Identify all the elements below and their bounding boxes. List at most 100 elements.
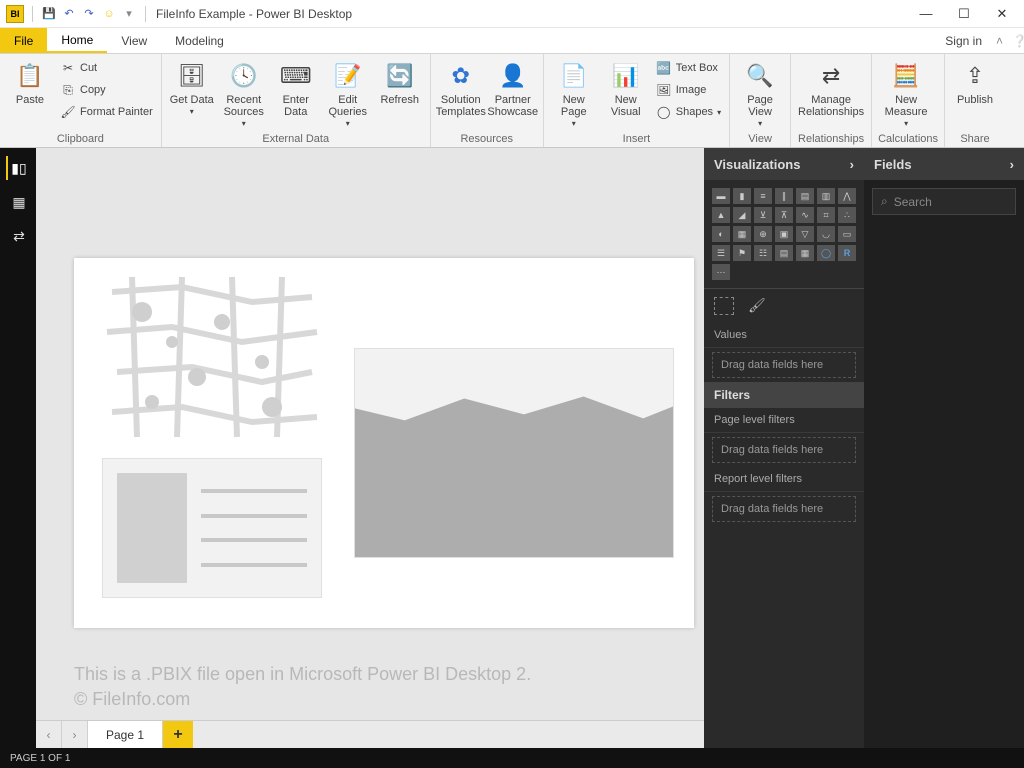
viz-more-icon[interactable]: ⋯	[712, 264, 730, 280]
viz-100-column-icon[interactable]: ▥	[817, 188, 835, 204]
viz-matrix-icon[interactable]: ▦	[796, 245, 814, 261]
viz-scatter-icon[interactable]: ∴	[838, 207, 856, 223]
viz-clustered-bar-icon[interactable]: ≡	[754, 188, 772, 204]
map-visual-placeholder[interactable]	[102, 272, 322, 442]
manage-relationships-button[interactable]: ⇄Manage Relationships	[797, 58, 865, 118]
tab-modeling[interactable]: Modeling	[161, 28, 238, 53]
window-title: FileInfo Example - Power BI Desktop	[150, 7, 916, 21]
page-next-icon[interactable]: ›	[62, 721, 88, 748]
page-filters-dropzone[interactable]: Drag data fields here	[712, 437, 856, 463]
refresh-button[interactable]: 🔄Refresh	[376, 58, 424, 106]
card-visual-placeholder[interactable]	[102, 458, 322, 598]
visualizations-header[interactable]: Visualizations ›	[704, 148, 864, 180]
maximize-icon[interactable]: ☐	[954, 6, 974, 22]
help-icon[interactable]: ❔	[1008, 28, 1024, 53]
viz-waterfall-icon[interactable]: ⌗	[817, 207, 835, 223]
menu-row: File Home View Modeling Sign in ˄ ❔	[0, 28, 1024, 54]
chevron-right-icon[interactable]: ›	[850, 157, 854, 172]
paste-icon: 📋	[14, 60, 46, 92]
right-panes: Visualizations › ▬ ▮ ≡ ∥ ▤ ▥ ⋀ ▲ ◢ ⊻ ⊼ ∿…	[704, 148, 1024, 748]
qat-dropdown-icon[interactable]: ▾	[121, 6, 137, 22]
minimize-icon[interactable]: —	[916, 6, 936, 22]
viz-map-icon[interactable]: ⊕	[754, 226, 772, 242]
file-menu[interactable]: File	[0, 28, 47, 53]
viz-stacked-bar-icon[interactable]: ▬	[712, 188, 730, 204]
publish-button[interactable]: ⇪Publish	[951, 58, 999, 106]
page-view-button[interactable]: 🔍Page View▾	[736, 58, 784, 129]
viz-r-icon[interactable]: R	[838, 245, 856, 261]
ribbon-group-relationships: ⇄Manage Relationships Relationships	[791, 54, 872, 147]
viz-100-bar-icon[interactable]: ▤	[796, 188, 814, 204]
area-chart-placeholder[interactable]	[354, 348, 674, 558]
ribbon-group-clipboard: 📋 Paste ✂Cut ⎘Copy 🖌Format Painter Clipb…	[0, 54, 162, 147]
viz-stacked-area-icon[interactable]: ◢	[733, 207, 751, 223]
viz-slicer-icon[interactable]: ☷	[754, 245, 772, 261]
viz-line-stacked-icon[interactable]: ⊻	[754, 207, 772, 223]
format-well-icon[interactable]: 🖌	[748, 297, 766, 315]
chevron-up-icon[interactable]: ˄	[992, 28, 1008, 53]
new-measure-button[interactable]: 🧮New Measure▾	[878, 58, 934, 129]
new-visual-button[interactable]: 📊New Visual	[602, 58, 650, 118]
report-view-icon[interactable]: ▮▯	[6, 156, 30, 180]
enter-data-button[interactable]: ⌨Enter Data	[272, 58, 320, 118]
redo-icon[interactable]: ↷	[81, 6, 97, 22]
viz-donut-icon[interactable]: ◯	[817, 245, 835, 261]
undo-icon[interactable]: ↶	[61, 6, 77, 22]
viz-filled-map-icon[interactable]: ▣	[775, 226, 793, 242]
insert-group-label: Insert	[550, 133, 723, 147]
sign-in-link[interactable]: Sign in	[935, 28, 992, 53]
new-page-button[interactable]: 📄New Page▾	[550, 58, 598, 129]
data-view-icon[interactable]: ▦	[6, 190, 30, 214]
map-svg	[102, 272, 322, 442]
viz-multi-card-icon[interactable]: ☰	[712, 245, 730, 261]
fields-header[interactable]: Fields ›	[864, 148, 1024, 180]
shapes-button[interactable]: ◯Shapes ▾	[654, 102, 723, 122]
refresh-icon: 🔄	[384, 60, 416, 92]
viz-pie-icon[interactable]: ◐	[712, 226, 730, 242]
tab-view[interactable]: View	[107, 28, 161, 53]
quick-access-toolbar: BI 💾 ↶ ↷ ☺ ▾	[6, 5, 150, 23]
viz-card-icon[interactable]: ▭	[838, 226, 856, 242]
text-box-button[interactable]: 🔤Text Box	[654, 58, 723, 78]
viz-funnel-icon[interactable]: ▽	[796, 226, 814, 242]
page-prev-icon[interactable]: ‹	[36, 721, 62, 748]
edit-queries-button[interactable]: 📝Edit Queries▾	[324, 58, 372, 129]
canvas-area[interactable]: This is a .PBIX file open in Microsoft P…	[36, 148, 704, 748]
viz-line-clustered-icon[interactable]: ⊼	[775, 207, 793, 223]
viz-line-icon[interactable]: ⋀	[838, 188, 856, 204]
ribbon-group-calculations: 🧮New Measure▾ Calculations	[872, 54, 945, 147]
viz-gauge-icon[interactable]: ◡	[817, 226, 835, 242]
partner-showcase-button[interactable]: 👤Partner Showcase	[489, 58, 537, 118]
model-view-icon[interactable]: ⇄	[6, 224, 30, 248]
add-page-button[interactable]: +	[163, 721, 193, 748]
viz-kpi-icon[interactable]: ⚑	[733, 245, 751, 261]
copy-button[interactable]: ⎘Copy	[58, 80, 155, 100]
viz-treemap-icon[interactable]: ▦	[733, 226, 751, 242]
paste-button[interactable]: 📋 Paste	[6, 58, 54, 106]
values-dropzone[interactable]: Drag data fields here	[712, 352, 856, 378]
viz-stacked-column-icon[interactable]: ▮	[733, 188, 751, 204]
report-filters-dropzone[interactable]: Drag data fields here	[712, 496, 856, 522]
page-tab-1[interactable]: Page 1	[88, 721, 163, 748]
close-icon[interactable]: ✕	[992, 6, 1012, 22]
image-button[interactable]: 🖼Image	[654, 80, 723, 100]
recent-sources-button[interactable]: 🕓Recent Sources▾	[220, 58, 268, 129]
viz-ribbon-icon[interactable]: ∿	[796, 207, 814, 223]
partner-showcase-icon: 👤	[497, 60, 529, 92]
fields-well-icon[interactable]	[714, 297, 734, 315]
cut-label: Cut	[80, 62, 97, 74]
tab-home[interactable]: Home	[47, 28, 107, 53]
cut-button[interactable]: ✂Cut	[58, 58, 155, 78]
canvas-page[interactable]	[74, 258, 694, 628]
save-icon[interactable]: 💾	[41, 6, 57, 22]
viz-table-icon[interactable]: ▤	[775, 245, 793, 261]
new-visual-icon: 📊	[610, 60, 642, 92]
format-painter-button[interactable]: 🖌Format Painter	[58, 102, 155, 122]
get-data-button[interactable]: 🗄Get Data▾	[168, 58, 216, 117]
viz-clustered-column-icon[interactable]: ∥	[775, 188, 793, 204]
chevron-right-icon-2[interactable]: ›	[1010, 157, 1014, 172]
smiley-icon[interactable]: ☺	[101, 6, 117, 22]
solution-templates-button[interactable]: ✿Solution Templates	[437, 58, 485, 118]
fields-search-input[interactable]: ⌕ Search	[872, 188, 1016, 215]
viz-area-icon[interactable]: ▲	[712, 207, 730, 223]
